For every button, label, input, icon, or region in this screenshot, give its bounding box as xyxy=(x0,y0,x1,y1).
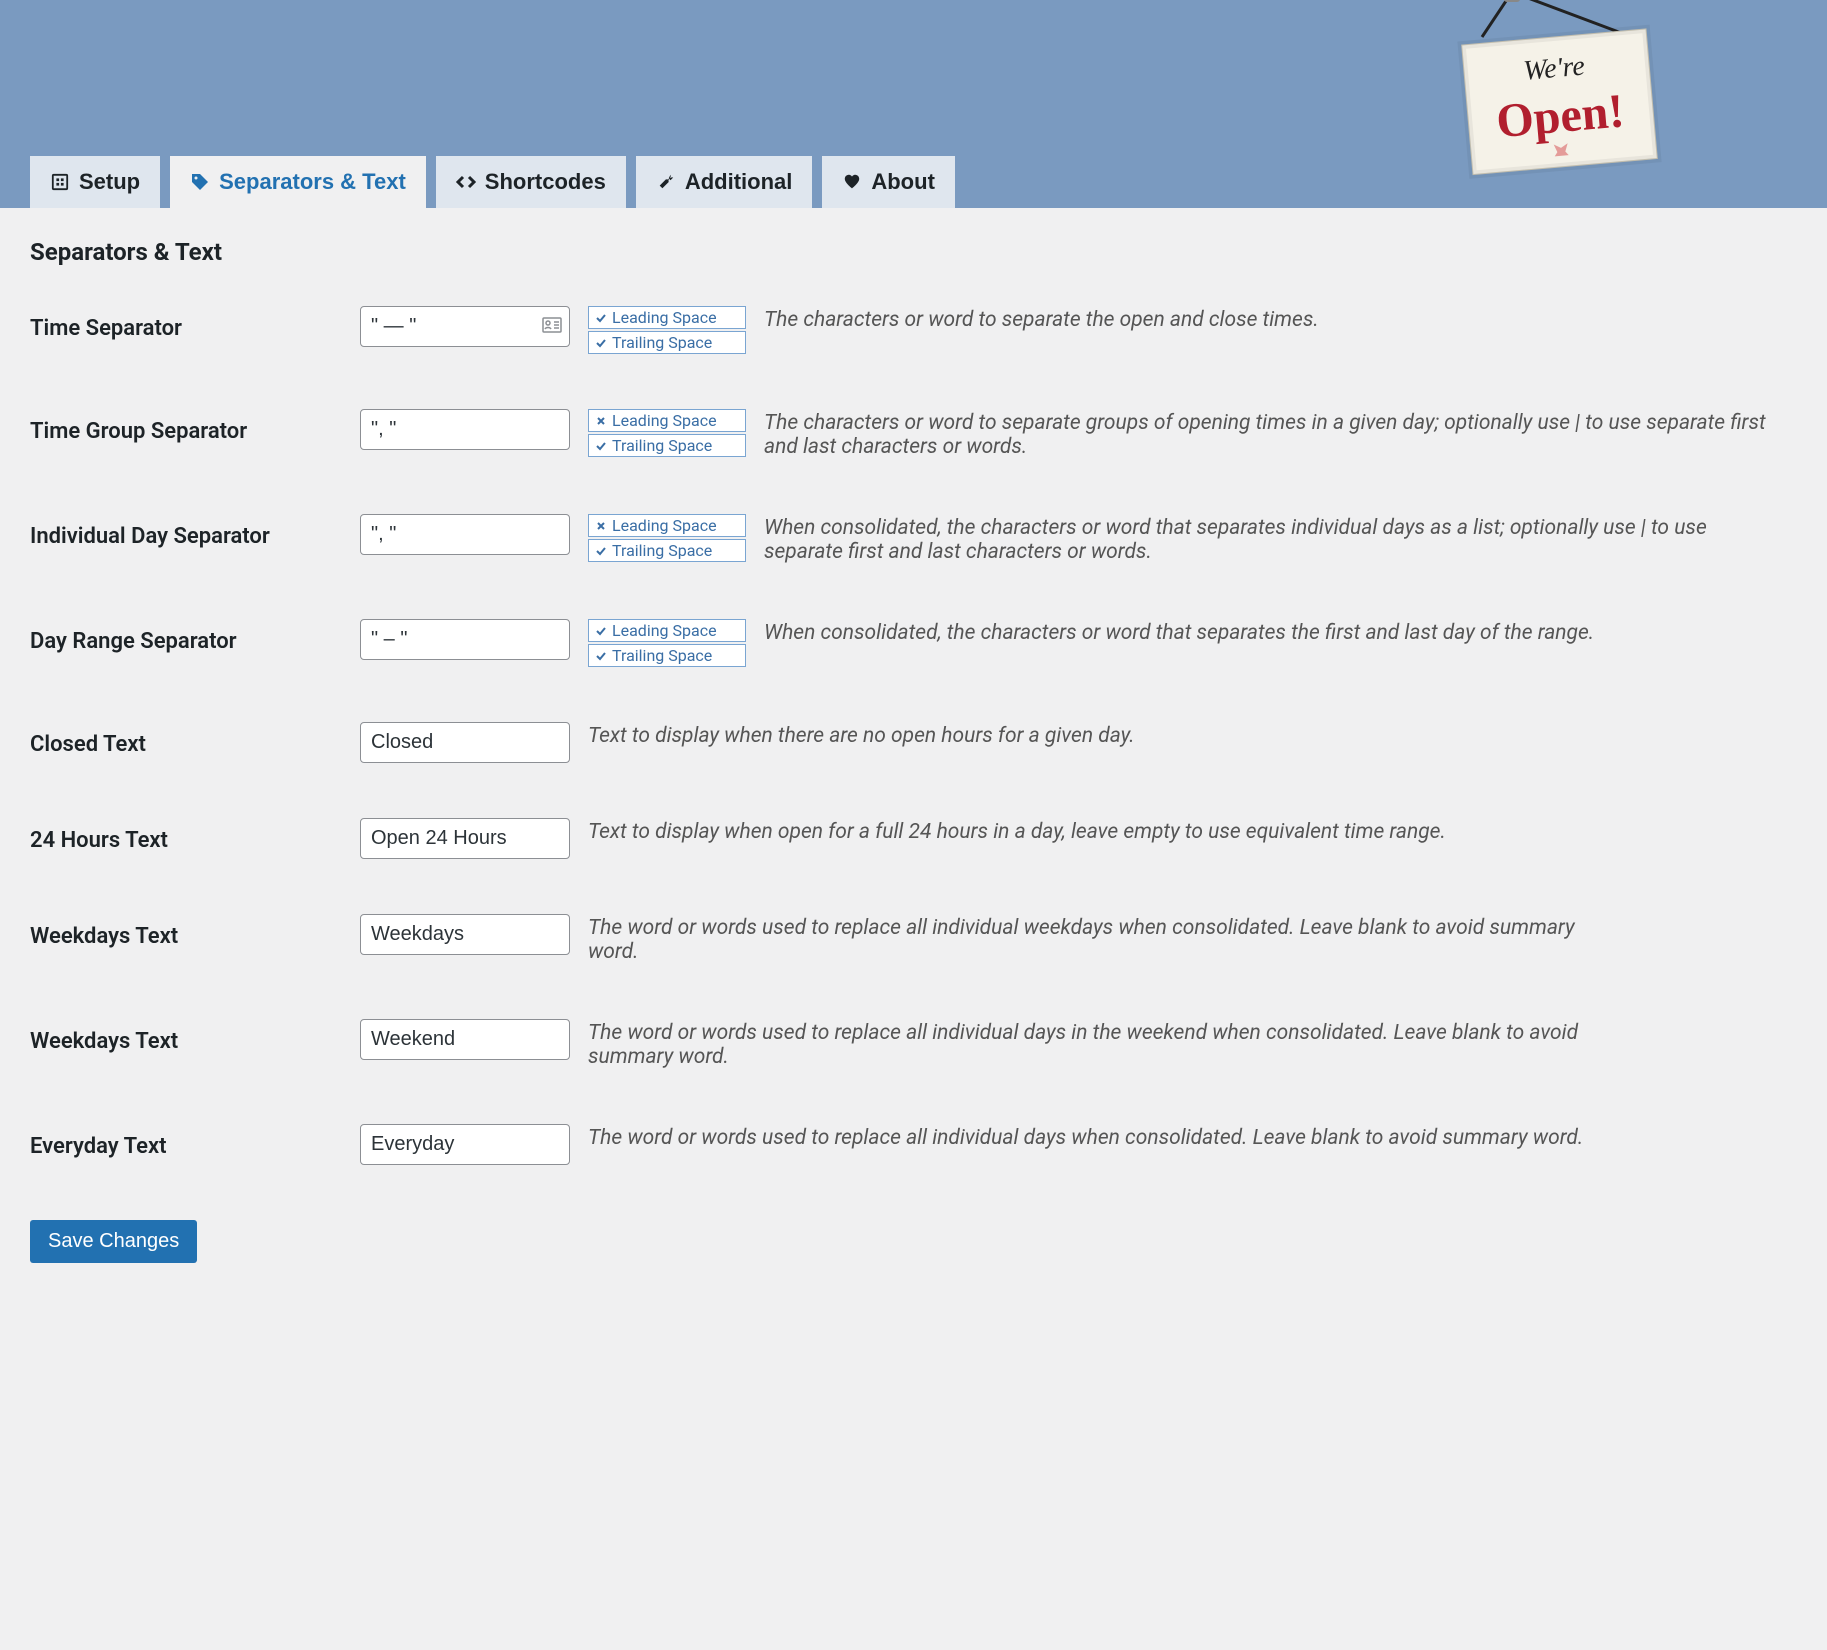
heart-icon xyxy=(842,172,862,192)
field-individual-day-separator: Individual Day Separator Leading Space T… xyxy=(30,514,1797,564)
field-24-hours-text: 24 Hours Text Text to display when open … xyxy=(30,818,1797,859)
field-closed-text: Closed Text Text to display when there a… xyxy=(30,722,1797,763)
help-text: The word or words used to replace all in… xyxy=(588,1019,1608,1069)
tab-bar: Setup Separators & Text Shortcodes Addit… xyxy=(30,156,955,208)
field-label: Closed Text xyxy=(30,722,360,757)
help-text: When consolidated, the characters or wor… xyxy=(764,619,1594,645)
field-weekend-text: Weekdays Text The word or words used to … xyxy=(30,1019,1797,1069)
wrench-icon xyxy=(656,172,676,192)
contact-card-icon xyxy=(542,317,562,337)
help-text: The word or words used to replace all in… xyxy=(588,1124,1583,1150)
field-label: Time Separator xyxy=(30,306,360,341)
field-label: Time Group Separator xyxy=(30,409,360,444)
leading-space-toggle[interactable]: Leading Space xyxy=(588,306,746,329)
leading-space-toggle[interactable]: Leading Space xyxy=(588,409,746,432)
individual-day-separator-input[interactable] xyxy=(360,514,570,555)
closed-text-input[interactable] xyxy=(360,722,570,763)
help-text: The word or words used to replace all in… xyxy=(588,914,1608,964)
help-text: Text to display when open for a full 24 … xyxy=(588,818,1446,844)
leading-space-toggle[interactable]: Leading Space xyxy=(588,619,746,642)
help-text: Text to display when there are no open h… xyxy=(588,722,1135,748)
tab-setup[interactable]: Setup xyxy=(30,156,160,208)
time-separator-input[interactable] xyxy=(360,306,570,347)
trailing-space-toggle[interactable]: Trailing Space xyxy=(588,434,746,457)
tab-shortcodes[interactable]: Shortcodes xyxy=(436,156,626,208)
field-label: Individual Day Separator xyxy=(30,514,360,549)
time-group-separator-input[interactable] xyxy=(360,409,570,450)
everyday-text-input[interactable] xyxy=(360,1124,570,1165)
settings-icon xyxy=(50,172,70,192)
tab-additional[interactable]: Additional xyxy=(636,156,813,208)
field-time-separator: Time Separator Leading Space Trailing Sp… xyxy=(30,306,1797,354)
field-weekdays-text: Weekdays Text The word or words used to … xyxy=(30,914,1797,964)
tab-separators-text[interactable]: Separators & Text xyxy=(170,156,426,208)
help-text: The characters or word to separate group… xyxy=(764,409,1784,459)
tab-about[interactable]: About xyxy=(822,156,955,208)
field-day-range-separator: Day Range Separator Leading Space Traili… xyxy=(30,619,1797,667)
open-sign: We're Open! xyxy=(1432,0,1672,197)
trailing-space-toggle[interactable]: Trailing Space xyxy=(588,331,746,354)
field-label: Day Range Separator xyxy=(30,619,360,654)
svg-text:We're: We're xyxy=(1522,51,1586,87)
field-everyday-text: Everyday Text The word or words used to … xyxy=(30,1124,1797,1165)
code-icon xyxy=(456,172,476,192)
24-hours-text-input[interactable] xyxy=(360,818,570,859)
page-title: Separators & Text xyxy=(30,238,1797,266)
help-text: The characters or word to separate the o… xyxy=(764,306,1319,332)
help-text: When consolidated, the characters or wor… xyxy=(764,514,1784,564)
weekend-text-input[interactable] xyxy=(360,1019,570,1060)
weekdays-text-input[interactable] xyxy=(360,914,570,955)
field-label: Everyday Text xyxy=(30,1124,360,1159)
field-time-group-separator: Time Group Separator Leading Space Trail… xyxy=(30,409,1797,459)
field-label: Weekdays Text xyxy=(30,1019,360,1054)
day-range-separator-input[interactable] xyxy=(360,619,570,660)
leading-space-toggle[interactable]: Leading Space xyxy=(588,514,746,537)
save-changes-button[interactable]: Save Changes xyxy=(30,1220,197,1263)
tag-icon xyxy=(190,172,210,192)
trailing-space-toggle[interactable]: Trailing Space xyxy=(588,644,746,667)
field-label: 24 Hours Text xyxy=(30,818,360,853)
trailing-space-toggle[interactable]: Trailing Space xyxy=(588,539,746,562)
svg-text:Open!: Open! xyxy=(1494,84,1626,148)
field-label: Weekdays Text xyxy=(30,914,360,949)
